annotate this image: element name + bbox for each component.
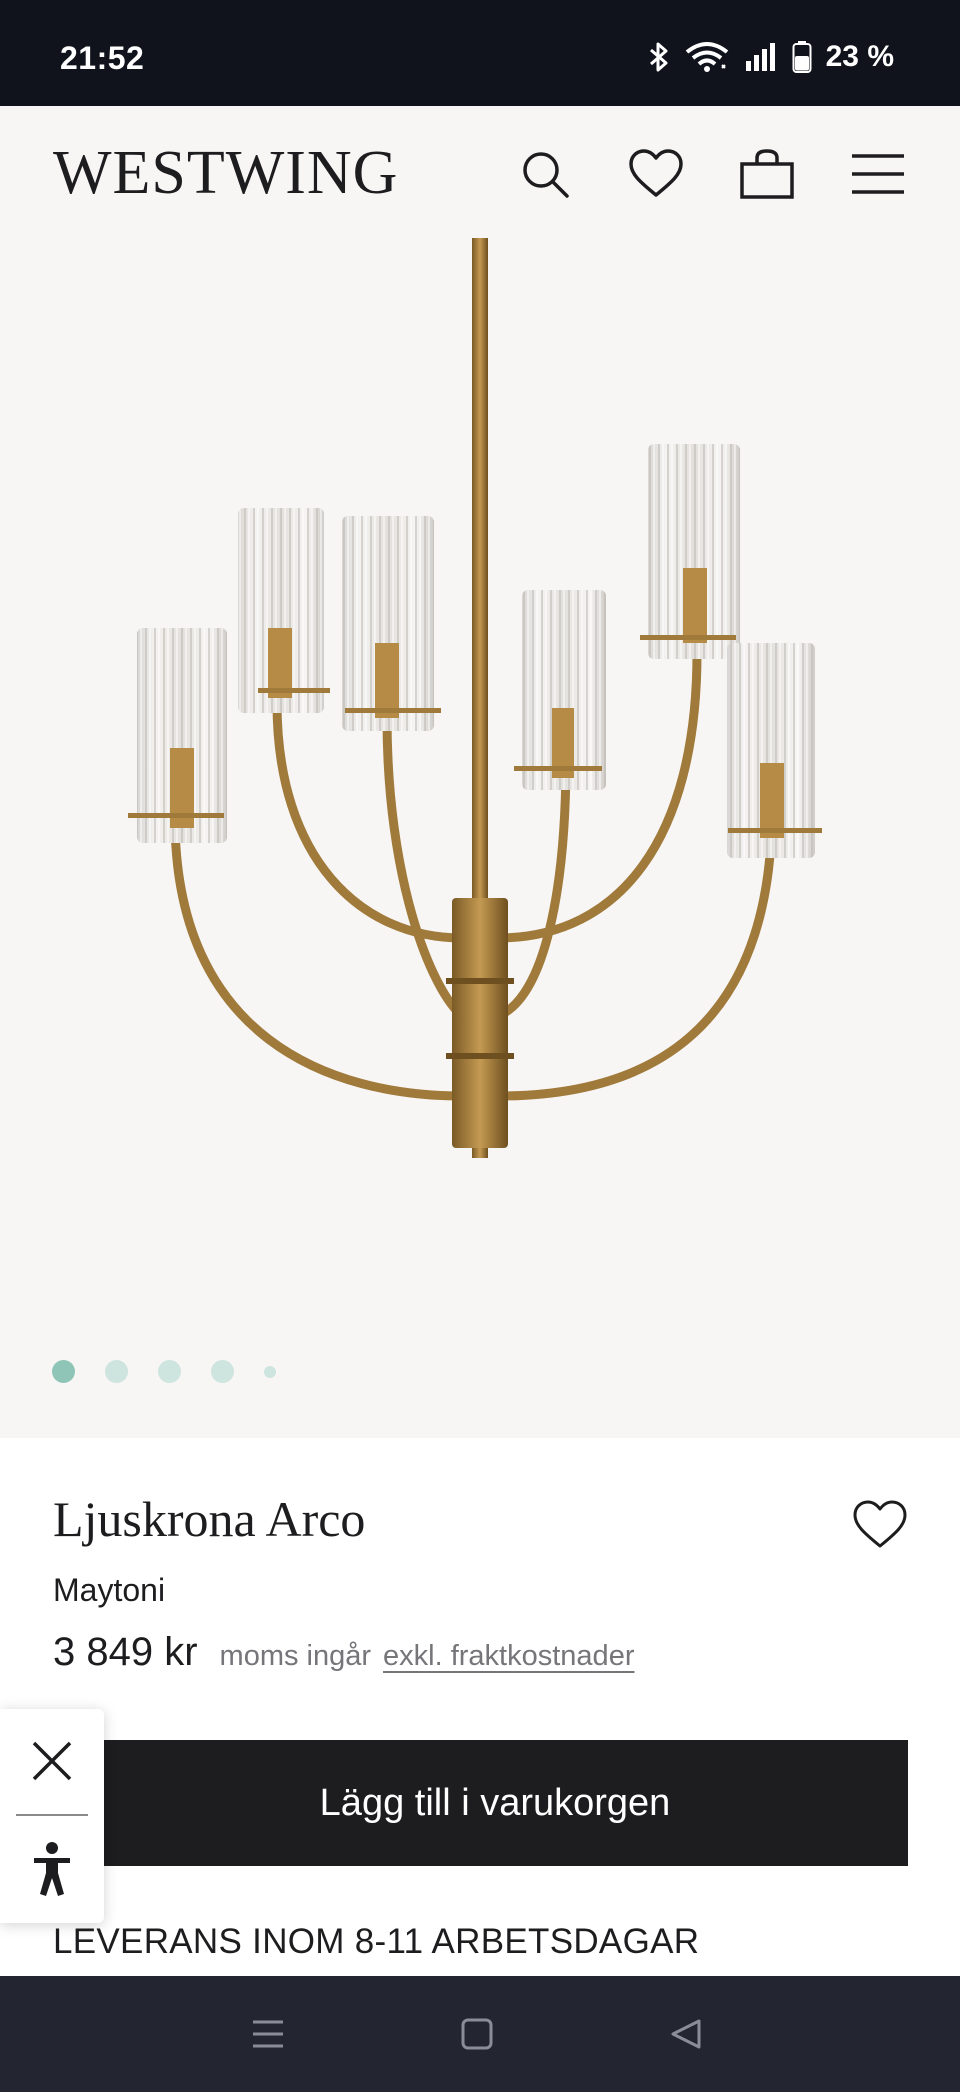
gallery-dot-4[interactable] bbox=[211, 1360, 234, 1383]
status-bar: 21:52 23 % bbox=[0, 0, 960, 106]
product-title: Ljuskrona Arco bbox=[53, 1491, 366, 1547]
delivery-info: LEVERANS INOM 8-11 ARBETSDAGAR bbox=[53, 1922, 700, 1961]
shade-1 bbox=[128, 628, 227, 843]
add-to-cart-button[interactable]: Lägg till i varukorgen bbox=[82, 1740, 908, 1866]
shipping-costs-link[interactable]: exkl. fraktkostnader bbox=[383, 1640, 634, 1673]
shade-5 bbox=[640, 444, 740, 659]
status-time: 21:52 bbox=[60, 40, 145, 76]
product-gallery[interactable] bbox=[0, 238, 960, 1438]
battery-icon bbox=[792, 40, 812, 74]
system-nav-bar bbox=[0, 1976, 960, 2092]
home-icon[interactable] bbox=[447, 2004, 507, 2064]
gallery-dot-1[interactable] bbox=[52, 1360, 75, 1383]
wishlist-heart-icon[interactable] bbox=[850, 1495, 910, 1555]
search-icon[interactable] bbox=[517, 146, 573, 202]
product-image-chandelier bbox=[128, 238, 822, 1158]
shade-4 bbox=[514, 590, 606, 790]
product-price: 3 849 kr bbox=[53, 1630, 198, 1674]
back-icon[interactable] bbox=[656, 2004, 716, 2064]
shade-6 bbox=[727, 643, 822, 858]
gallery-dot-2[interactable] bbox=[105, 1360, 128, 1383]
product-brand[interactable]: Maytoni bbox=[53, 1572, 165, 1609]
shade-3 bbox=[342, 516, 441, 731]
gallery-pagination bbox=[52, 1360, 276, 1383]
signal-icon bbox=[744, 41, 778, 73]
accessibility-icon[interactable] bbox=[0, 1817, 104, 1921]
menu-icon[interactable] bbox=[850, 146, 906, 202]
widget-divider bbox=[16, 1814, 88, 1816]
site-header: WESTWING bbox=[0, 106, 960, 238]
westwing-logo[interactable]: WESTWING bbox=[53, 138, 398, 209]
price-row: 3 849 kr moms ingår exkl. fraktkostnader bbox=[53, 1630, 634, 1675]
close-icon[interactable] bbox=[0, 1709, 104, 1813]
accessibility-widget bbox=[0, 1709, 104, 1923]
bluetooth-icon bbox=[648, 41, 670, 73]
battery-level: 23 % bbox=[825, 40, 894, 73]
wifi-icon bbox=[684, 41, 730, 73]
shade-2 bbox=[238, 508, 330, 713]
gallery-dot-3[interactable] bbox=[158, 1360, 181, 1383]
status-icons: 23 % bbox=[648, 40, 894, 74]
gallery-dot-5[interactable] bbox=[264, 1365, 276, 1378]
recent-apps-icon[interactable] bbox=[238, 2004, 298, 2064]
shopping-bag-icon[interactable] bbox=[739, 146, 795, 202]
vat-note: moms ingår bbox=[219, 1640, 372, 1672]
heart-icon[interactable] bbox=[628, 146, 684, 202]
